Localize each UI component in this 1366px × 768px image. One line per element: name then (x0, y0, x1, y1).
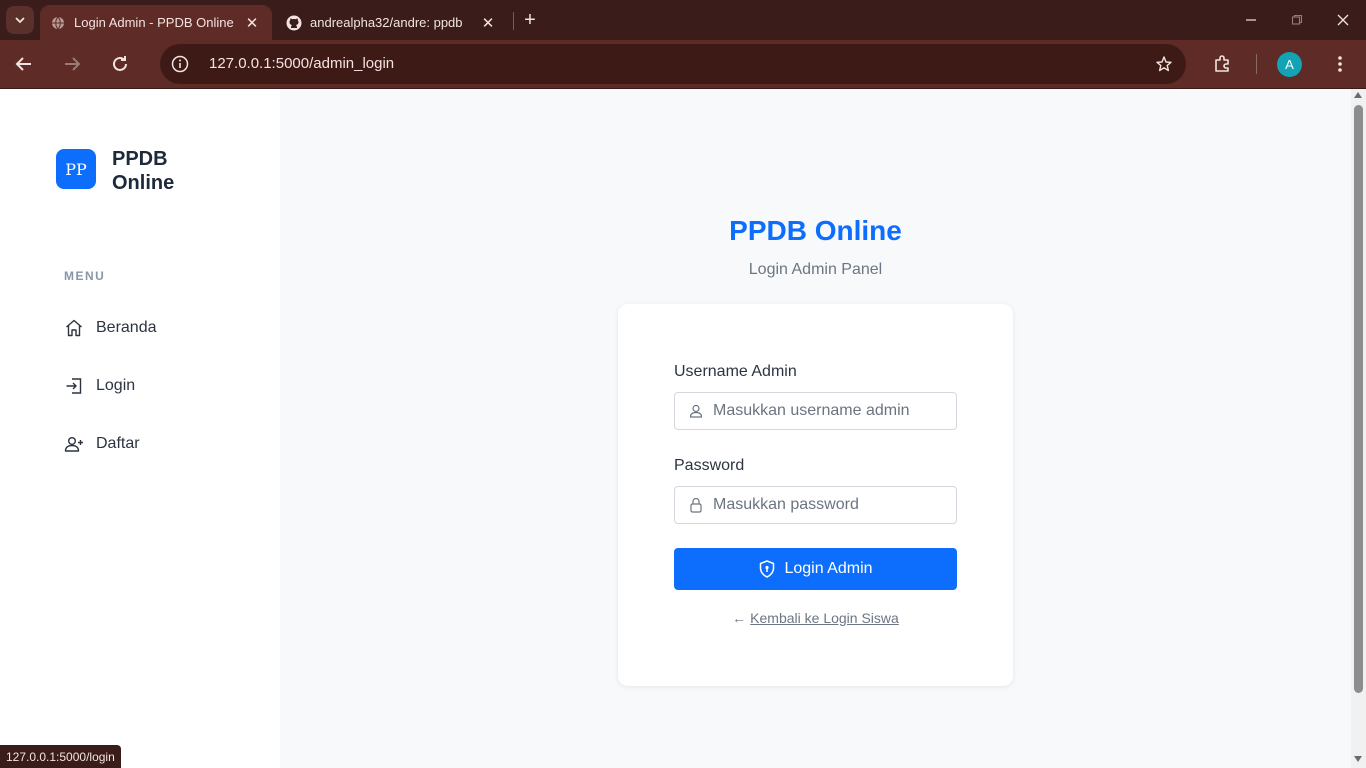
tab-github[interactable]: andrealpha32/andre: ppdb ✕ (276, 5, 508, 40)
vertical-scrollbar[interactable] (1351, 89, 1366, 768)
chevron-down-icon (15, 17, 25, 24)
username-label: Username Admin (674, 363, 797, 380)
password-input[interactable] (713, 487, 953, 523)
close-window-icon[interactable] (1331, 8, 1355, 32)
browser-tabbar: Login Admin - PPDB Online ✕ andrealpha32… (0, 0, 1366, 40)
sidebar-item-beranda[interactable]: Beranda (64, 316, 157, 340)
extensions-puzzle-icon[interactable] (1208, 50, 1236, 78)
forward-arrow-icon[interactable] (58, 50, 86, 78)
address-bar[interactable]: 127.0.0.1:5000/admin_login (160, 44, 1186, 84)
login-button-label: Login Admin (784, 560, 873, 577)
page-subtitle: Login Admin Panel (748, 261, 883, 278)
tab-divider (513, 12, 514, 30)
browser-toolbar: 127.0.0.1:5000/admin_login (0, 40, 1366, 88)
restore-icon[interactable] (1285, 8, 1309, 32)
bookmark-star-icon[interactable] (1154, 54, 1174, 74)
url-text: 127.0.0.1:5000/admin_login (209, 55, 395, 72)
user-plus-icon (64, 434, 84, 454)
password-field[interactable] (674, 486, 957, 524)
sidebar-item-label: Beranda (96, 319, 157, 336)
sidebar: PP PPDB Online MENU Beranda Login Daftar (0, 89, 280, 768)
shield-lock-icon (758, 560, 776, 578)
login-card: Username Admin Password Login Admin (618, 304, 1013, 686)
profile-avatar[interactable]: A (1277, 52, 1302, 77)
site-info-icon[interactable] (170, 54, 190, 74)
user-icon (687, 402, 705, 420)
login-admin-button[interactable]: Login Admin (674, 548, 957, 590)
sidebar-item-login[interactable]: Login (64, 374, 135, 398)
new-tab-button[interactable]: + (518, 8, 542, 32)
scroll-thumb[interactable] (1354, 105, 1363, 693)
minimize-icon[interactable] (1239, 8, 1263, 32)
globe-icon (50, 15, 66, 31)
back-arrow-icon[interactable] (10, 50, 38, 78)
tab-title: Login Admin - PPDB Online (74, 15, 234, 30)
sidebar-item-label: Daftar (96, 435, 140, 452)
sidebar-item-daftar[interactable]: Daftar (64, 432, 140, 456)
home-icon (64, 318, 84, 338)
status-url-bubble: 127.0.0.1:5000/login (0, 745, 121, 768)
tab-search-button[interactable] (6, 6, 34, 34)
tab-login-admin[interactable]: Login Admin - PPDB Online ✕ (40, 5, 272, 40)
toolbar-divider (1256, 54, 1257, 74)
brand-logo: PP (56, 149, 96, 189)
brand-name: PPDB Online (112, 148, 175, 194)
sidebar-item-label: Login (96, 377, 136, 394)
login-icon (64, 376, 84, 396)
password-label: Password (674, 457, 745, 474)
scroll-down-arrow-icon[interactable] (1354, 756, 1362, 762)
arrow-left-icon: ← (732, 610, 747, 626)
back-link-text: Kembali ke Login Siswa (750, 610, 899, 626)
username-input[interactable] (713, 393, 953, 429)
tab-title: andrealpha32/andre: ppdb (310, 15, 463, 30)
username-field[interactable] (674, 392, 957, 430)
page-title: PPDB Online (729, 215, 902, 246)
reload-icon[interactable] (106, 50, 134, 78)
main-content: PPDB Online Login Admin Panel Username A… (280, 89, 1351, 768)
close-icon[interactable]: ✕ (478, 13, 498, 33)
page-viewport: PP PPDB Online MENU Beranda Login Daftar… (0, 89, 1366, 768)
back-to-student-login-link[interactable]: ← Kembali ke Login Siswa (618, 610, 1013, 626)
close-icon[interactable]: ✕ (242, 13, 262, 33)
lock-icon (687, 496, 705, 514)
scroll-up-arrow-icon[interactable] (1354, 92, 1362, 98)
menu-heading: MENU (64, 269, 106, 283)
more-menu-icon[interactable] (1326, 50, 1354, 78)
github-icon (286, 15, 302, 31)
